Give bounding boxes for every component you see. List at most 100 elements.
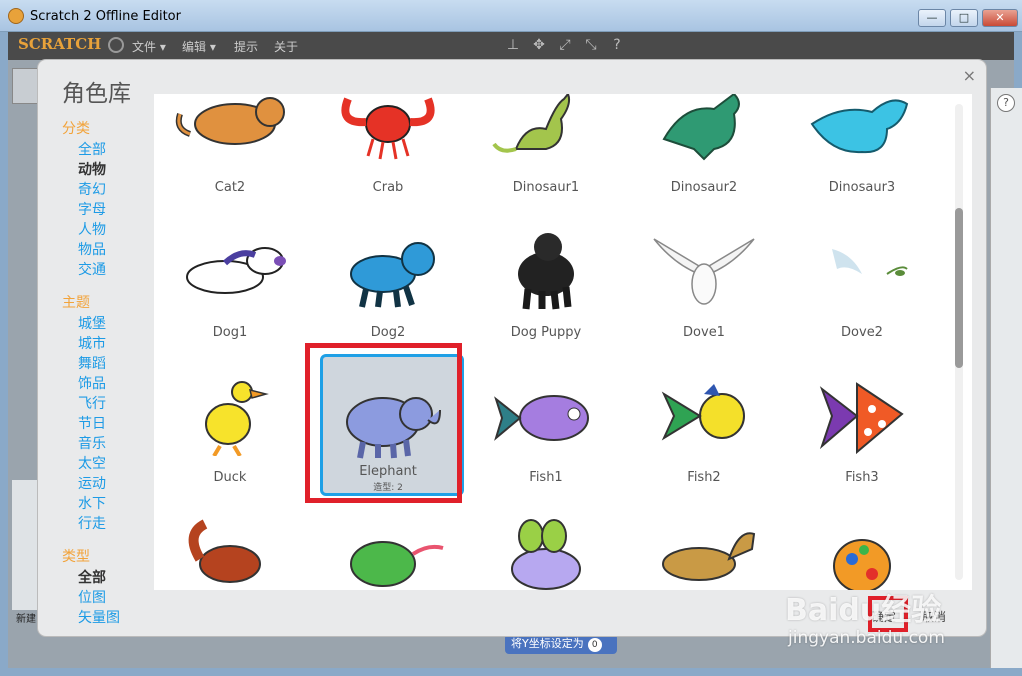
sprite-name: Dog Puppy xyxy=(510,325,582,340)
language-globe-icon[interactable] xyxy=(108,37,124,53)
sprite-name: Dinosaur2 xyxy=(670,180,738,195)
sidebar-category-item[interactable]: 字母 xyxy=(62,200,162,220)
sidebar-category-item[interactable]: 行走 xyxy=(62,514,162,534)
window-title: Scratch 2 Offline Editor xyxy=(30,9,181,24)
sidebar-section-heading: 类型 xyxy=(62,549,90,565)
sidebar-category-item[interactable]: 饰品 xyxy=(62,374,162,394)
grid-scrollbar-thumb[interactable] xyxy=(955,208,963,368)
highlight-selected-sprite xyxy=(305,343,462,503)
dinosaur-sprite-icon xyxy=(662,94,740,161)
sidebar-category-item[interactable]: 节日 xyxy=(62,414,162,434)
sidebar-category-item[interactable]: 舞蹈 xyxy=(62,354,162,374)
help-icon[interactable]: ? xyxy=(608,36,626,54)
sprite-fish2[interactable]: Fish2 xyxy=(628,374,780,514)
sprite-fly[interactable] xyxy=(470,514,622,590)
menu-tips[interactable]: 提示 xyxy=(234,38,258,55)
sprite-fox[interactable] xyxy=(154,514,306,590)
fish-sprite-icon xyxy=(494,395,589,441)
help-tips-icon[interactable]: ? xyxy=(997,94,1015,112)
sprite-fish1[interactable]: Fish1 xyxy=(470,374,622,514)
sprite-name: Dove1 xyxy=(683,325,725,340)
duck-sprite-icon xyxy=(205,381,269,456)
sprite-horse[interactable] xyxy=(628,514,780,590)
dove-sprite-icon xyxy=(653,238,755,305)
fish-sprite-icon xyxy=(819,382,904,455)
sidebar-category-item[interactable]: 全部 xyxy=(62,568,162,588)
sprite-name: Fish1 xyxy=(529,470,563,485)
right-panel xyxy=(990,88,1022,668)
block-label: 将Y坐标设定为 xyxy=(511,637,584,650)
sprite-dinosaur1[interactable]: Dinosaur1 xyxy=(470,94,622,224)
sprite-crab[interactable]: Crab xyxy=(312,94,464,224)
sprite-name: Duck xyxy=(213,470,247,485)
sidebar-category-item[interactable]: 水下 xyxy=(62,494,162,514)
fish-sprite-icon xyxy=(661,384,745,441)
sidebar-category-item[interactable]: 矢量图 xyxy=(62,608,162,628)
block-value[interactable]: 0 xyxy=(587,638,602,652)
sprite-ladybug[interactable] xyxy=(786,514,938,590)
sidebar-category-item[interactable]: 太空 xyxy=(62,454,162,474)
dog-sprite-icon xyxy=(186,247,286,294)
maximize-button[interactable]: □ xyxy=(950,9,978,27)
library-sidebar: 分类 全部 动物 奇幻 字母 人物 物品 交通 主题 城堡 城市 舞蹈 饰品 飞行 节日 音乐 太空 运动 水下 行走… xyxy=(62,118,162,628)
sprite-name: Dinosaur3 xyxy=(828,180,896,195)
sidebar-category-item[interactable]: 飞行 xyxy=(62,394,162,414)
sidebar-category-item[interactable]: 动物 xyxy=(62,160,162,180)
sprite-name: Fish2 xyxy=(687,470,721,485)
sidebar-category-item[interactable]: 人物 xyxy=(62,220,162,240)
minimize-button[interactable]: — xyxy=(918,9,946,27)
sidebar-category-item[interactable]: 交通 xyxy=(62,260,162,280)
ladybug-sprite-icon xyxy=(833,539,891,590)
baidu-watermark: Baidu经验 xyxy=(785,593,942,628)
dialog-title: 角色库 xyxy=(62,81,131,107)
dinosaur-sprite-icon xyxy=(810,99,909,154)
set-y-block[interactable]: 将Y坐标设定为 0 xyxy=(505,634,617,654)
sidebar-category-item[interactable]: 运动 xyxy=(62,474,162,494)
window-close-button[interactable]: ✕ xyxy=(982,9,1018,27)
sidebar-category-item[interactable]: 音乐 xyxy=(62,434,162,454)
sprite-name: Fish3 xyxy=(845,470,879,485)
menu-file[interactable]: 文件 ▾ xyxy=(132,38,166,55)
shrink-icon[interactable]: ⤡ xyxy=(582,36,600,54)
horse-sprite-icon xyxy=(662,532,756,581)
sprite-dove2[interactable]: Dove2 xyxy=(786,229,938,369)
menubar: SCRATCH 文件 ▾ 编辑 ▾ 提示 关于 ⊥ ✥ ⤢ ⤡ ? xyxy=(8,32,1014,60)
sprite-name: Dog1 xyxy=(212,325,248,340)
sidebar-category-item[interactable]: 位图 xyxy=(62,588,162,608)
move-icon[interactable]: ✥ xyxy=(530,36,548,54)
stamp-icon[interactable]: ⊥ xyxy=(504,36,522,54)
sidebar-category-item[interactable]: 全部 xyxy=(62,140,162,160)
baidu-watermark-url: jingyan.baidu.com xyxy=(788,628,945,648)
sprite-name: Dinosaur1 xyxy=(512,180,580,195)
sprite-dinosaur3[interactable]: Dinosaur3 xyxy=(786,94,938,224)
dove-sprite-icon xyxy=(832,249,908,276)
sprite-library-dialog: 角色库 × 分类 全部 动物 奇幻 字母 人物 物品 交通 主题 城堡 城市 舞蹈 饰品 飞行 节日 音乐 太空… xyxy=(38,60,986,636)
sprite-cat2[interactable]: Cat2 xyxy=(154,94,306,224)
sprite-name: Dove2 xyxy=(841,325,883,340)
puppy-sprite-icon xyxy=(518,233,574,310)
menu-about[interactable]: 关于 xyxy=(274,38,298,55)
sprite-grid: Cat2 Crab Dinosaur1 Dinosaur2 Dinosaur3 … xyxy=(154,94,972,590)
sprite-dog-puppy[interactable]: Dog Puppy xyxy=(470,229,622,369)
sprite-frog[interactable] xyxy=(312,514,464,590)
sidebar-category-item[interactable]: 城堡 xyxy=(62,314,162,334)
sprite-name: Cat2 xyxy=(214,180,246,195)
sprite-dog1[interactable]: Dog1 xyxy=(154,229,306,369)
sprite-fish3[interactable]: Fish3 xyxy=(786,374,938,514)
sprite-dinosaur2[interactable]: Dinosaur2 xyxy=(628,94,780,224)
stage-thumbnail xyxy=(12,68,40,104)
sidebar-category-item[interactable]: 城市 xyxy=(62,334,162,354)
sprite-duck[interactable]: Duck xyxy=(154,374,306,514)
sprite-dove1[interactable]: Dove1 xyxy=(628,229,780,369)
menu-edit[interactable]: 编辑 ▾ xyxy=(182,38,216,55)
crab-sprite-icon xyxy=(341,97,435,160)
cat-sprite-icon xyxy=(175,97,285,145)
sidebar-category-item[interactable]: 物品 xyxy=(62,240,162,260)
sidebar-category-item[interactable]: 奇幻 xyxy=(62,180,162,200)
scratch-logo[interactable]: SCRATCH xyxy=(18,35,101,53)
window-titlebar: Scratch 2 Offline Editor — □ ✕ xyxy=(0,0,1022,32)
dialog-close-icon[interactable]: × xyxy=(963,66,976,85)
grow-icon[interactable]: ⤢ xyxy=(556,36,574,54)
